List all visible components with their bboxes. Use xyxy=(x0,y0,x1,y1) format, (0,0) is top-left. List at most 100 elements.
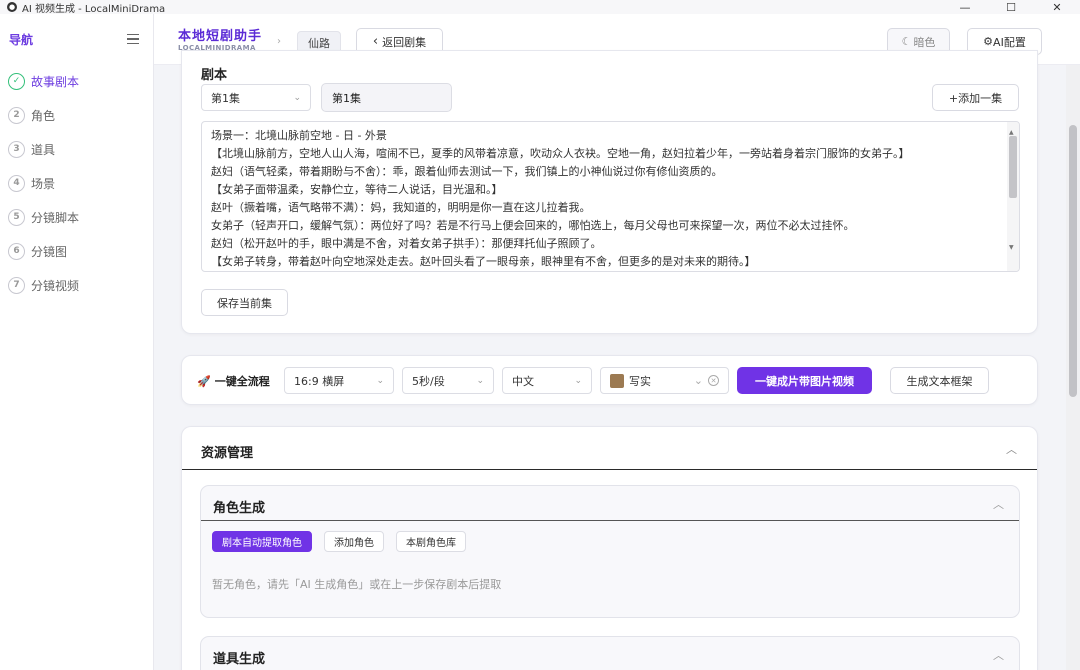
step-characters[interactable]: 2 角色 xyxy=(0,98,153,132)
resource-title: 资源管理 xyxy=(201,446,254,461)
duration-select[interactable]: 5秒/段 ⌄ xyxy=(402,367,494,394)
add-character-button[interactable]: 添加角色 xyxy=(324,531,384,552)
check-icon: ✓ xyxy=(8,72,25,90)
chevron-up-icon[interactable]: ︿ xyxy=(1006,441,1017,457)
empty-state-text: 暂无角色，请先「AI 生成角色」或在上一步保存剧本后提取 xyxy=(212,578,502,591)
gear-icon: ⚙ xyxy=(983,35,994,48)
generate-text-frame-button[interactable]: 生成文本框架 xyxy=(890,367,989,394)
chevron-down-icon: ⌄ xyxy=(476,375,484,386)
textarea-scrollbar[interactable]: ▲ ▼ xyxy=(1007,122,1019,271)
character-panel-title: 角色生成 xyxy=(213,501,266,516)
step-number: 7 xyxy=(8,276,25,294)
style-value: 写实 xyxy=(629,374,651,388)
script-line: 赵妇（松开赵叶的手，眼中满是不舍，对着女弟子拱手）：那便拜托仙子照顾了。 xyxy=(211,237,602,250)
style-select-left: 写实 xyxy=(610,373,651,389)
section-title: 剧本 xyxy=(201,68,228,83)
chevron-down-icon: ⌄ xyxy=(376,375,384,386)
step-storyboard-script[interactable]: 5 分镜脚本 xyxy=(0,200,153,234)
step-props[interactable]: 3 道具 xyxy=(0,132,153,166)
save-episode-button[interactable]: 保存当前集 xyxy=(201,289,288,316)
moon-icon: ☾ xyxy=(901,35,912,48)
character-generation-panel: 角色生成 ︿ 剧本自动提取角色 添加角色 本剧角色库 暂无角色，请先「AI 生成… xyxy=(200,485,1020,618)
resource-management: 资源管理 ︿ 角色生成 ︿ 剧本自动提取角色 添加角色 本剧角色库 暂无角色，请… xyxy=(181,426,1038,670)
step-label: 分镜图 xyxy=(31,244,68,259)
script-line: 场景一：北境山脉前空地 - 日 - 外景 xyxy=(211,129,387,142)
window-controls: — ☐ ✕ xyxy=(942,0,1080,14)
style-swatch xyxy=(610,373,624,388)
pipeline-label-text: 一键全流程 xyxy=(214,375,270,388)
script-line: 【女弟子面带温柔，安静伫立，等待二人说话，目光温和。】 xyxy=(211,183,503,196)
step-number: 4 xyxy=(8,174,25,192)
one-click-generate-button[interactable]: 一键成片带图片视频 xyxy=(737,367,872,394)
sidebar-title: 导航 xyxy=(9,32,34,47)
step-storyboard-videos[interactable]: 7 分镜视频 xyxy=(0,268,153,302)
step-number: 3 xyxy=(8,140,25,158)
prop-generation-panel: 道具生成 ︿ xyxy=(200,636,1020,670)
step-label: 道具 xyxy=(31,142,56,157)
step-label: 场景 xyxy=(31,176,56,191)
script-line: 赵妇（语气轻柔，带着期盼与不舍）：乖，跟着仙师去测试一下，我们镇上的小神仙说过你… xyxy=(211,165,723,178)
pipeline-label: 🚀 一键全流程 xyxy=(197,373,270,389)
maximize-icon[interactable]: ☐ xyxy=(988,0,1034,14)
clear-icon[interactable]: ✕ xyxy=(708,375,719,386)
style-select[interactable]: 写实 ⌄ ✕ xyxy=(600,367,729,394)
window-titlebar: ● AI 视频生成 - LocalMiniDrama — ☐ ✕ xyxy=(0,0,1080,15)
dark-mode-label: 暗色 xyxy=(913,35,936,49)
chevron-up-icon[interactable]: ︿ xyxy=(993,496,1004,512)
script-section: 剧本 第1集 ⌄ 第1集 +添加一集 场景一：北境山脉前空地 - 日 - 外景 … xyxy=(181,50,1038,334)
chevron-down-icon: ⌄ xyxy=(293,92,301,103)
chevron-up-icon[interactable]: ︿ xyxy=(993,647,1004,663)
chevron-down-icon: ⌄ xyxy=(693,374,703,387)
extract-characters-button[interactable]: 剧本自动提取角色 xyxy=(212,531,312,552)
step-label: 分镜视频 xyxy=(31,278,80,293)
script-line: 女弟子（轻声开口，缓解气氛）：两位好了吗？若是不行马上便会回来的，哪怕选上，每月… xyxy=(211,219,855,232)
menu-collapse-icon[interactable] xyxy=(127,34,139,44)
sidebar: 导航 ✓ 故事剧本 2 角色 3 道具 4 场景 5 分镜脚本 6 分镜图 7 xyxy=(0,14,154,670)
step-number: 5 xyxy=(8,208,25,226)
duration-value: 5秒/段 xyxy=(412,374,445,388)
step-label: 故事剧本 xyxy=(31,74,80,89)
chevron-down-icon: ⌄ xyxy=(574,375,582,386)
add-episode-button[interactable]: +添加一集 xyxy=(932,84,1019,111)
prop-panel-title: 道具生成 xyxy=(213,652,266,667)
page-scroll-thumb[interactable] xyxy=(1069,125,1077,397)
aspect-ratio-select[interactable]: 16:9 横屏 ⌄ xyxy=(284,367,394,394)
step-list: ✓ 故事剧本 2 角色 3 道具 4 场景 5 分镜脚本 6 分镜图 7 分镜视… xyxy=(0,64,153,302)
brand-title: 本地短剧助手 xyxy=(178,29,263,44)
chevron-left-icon: ‹ xyxy=(372,34,379,49)
ai-config-label: AI配置 xyxy=(993,35,1026,49)
pipeline-toolbar: 🚀 一键全流程 16:9 横屏 ⌄ 5秒/段 ⌄ 中文 ⌄ 写实 ⌄ ✕ 一键成… xyxy=(181,355,1038,405)
language-select[interactable]: 中文 ⌄ xyxy=(502,367,592,394)
back-label: 返回剧集 xyxy=(382,35,427,49)
divider xyxy=(182,469,1037,470)
script-textarea[interactable]: 场景一：北境山脉前空地 - 日 - 外景 【北境山脉前方，空地人山人海，喧闹不已… xyxy=(201,121,1020,272)
minimize-icon[interactable]: — xyxy=(942,0,988,14)
step-label: 分镜脚本 xyxy=(31,210,80,225)
step-label: 角色 xyxy=(31,108,56,123)
episode-name-input[interactable]: 第1集 xyxy=(321,83,452,112)
divider xyxy=(201,520,1019,521)
character-library-button[interactable]: 本剧角色库 xyxy=(396,531,466,552)
textarea-scroll-thumb[interactable] xyxy=(1009,136,1017,198)
language-value: 中文 xyxy=(512,374,534,388)
window-title: AI 视频生成 - LocalMiniDrama xyxy=(22,3,166,15)
app-icon: ● xyxy=(7,2,17,12)
close-icon[interactable]: ✕ xyxy=(1034,0,1080,14)
step-number: 6 xyxy=(8,242,25,260)
episode-select-value: 第1集 xyxy=(211,91,240,105)
sidebar-header: 导航 xyxy=(0,14,153,64)
step-storyboard-images[interactable]: 6 分镜图 xyxy=(0,234,153,268)
script-line: 赵叶（撅着嘴，语气略带不满）：妈，我知道的，明明是你一直在这儿拉着我。 xyxy=(211,201,591,214)
breadcrumb-separator-icon: › xyxy=(277,36,281,47)
scroll-down-icon[interactable]: ▼ xyxy=(1009,239,1014,257)
page-scrollbar[interactable] xyxy=(1066,65,1080,670)
rocket-icon: 🚀 xyxy=(197,374,211,388)
step-number: 2 xyxy=(8,106,25,124)
episode-select[interactable]: 第1集 ⌄ xyxy=(201,84,311,111)
style-select-right: ⌄ ✕ xyxy=(694,374,719,387)
script-line: 【北境山脉前方，空地人山人海，喧闹不已，夏季的风带着凉意，吹动众人衣袂。空地一角… xyxy=(211,147,910,160)
script-line: 【女弟子转身，带着赵叶向空地深处走去。赵叶回头看了一眼母亲，眼神里有不舍，但更多… xyxy=(211,255,756,268)
step-story-script[interactable]: ✓ 故事剧本 xyxy=(0,64,153,98)
step-scenes[interactable]: 4 场景 xyxy=(0,166,153,200)
aspect-ratio-value: 16:9 横屏 xyxy=(294,374,345,388)
